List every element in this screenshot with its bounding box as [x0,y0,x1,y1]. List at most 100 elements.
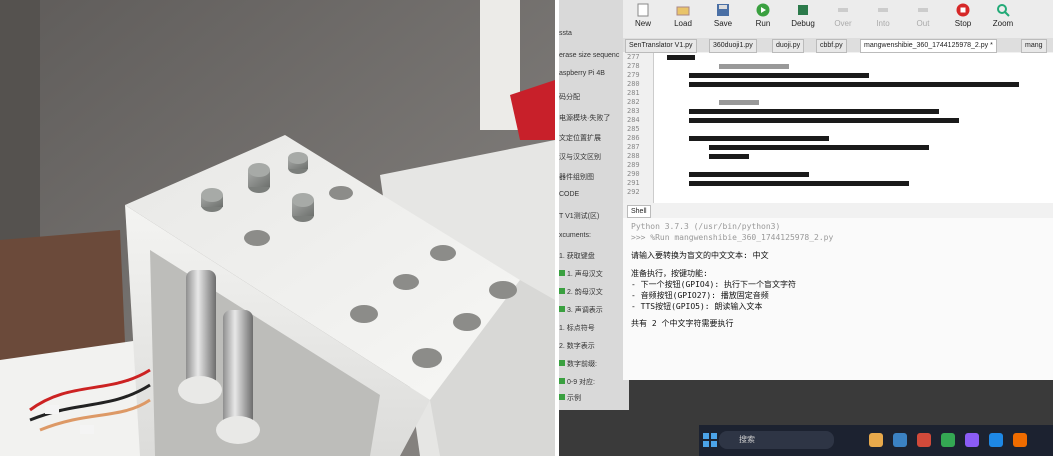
sidebar-item[interactable]: 3. 声调表示 [559,305,603,315]
shell-tab[interactable]: Shell [627,205,651,218]
app-icon[interactable] [917,433,931,447]
run-button[interactable]: Run [743,0,783,28]
shell-line: - 下一个按钮(GPIO4): 执行下一个盲文字符 [631,280,796,289]
app-icon[interactable] [893,433,907,447]
new-file-icon [637,3,649,17]
run-icon [756,3,770,17]
tab-file[interactable]: SenTranslator V1.py [625,39,697,53]
step-into-button[interactable]: Into [863,0,903,28]
line-number: 283 [627,107,640,115]
sidebar-item[interactable]: CODE [559,191,579,198]
sidebar-item[interactable]: 1. 标点符号 [559,323,595,333]
tab-file[interactable]: cbbf.py [816,39,847,53]
braille-pin [292,193,314,222]
debug-button[interactable]: Debug [783,0,823,28]
device-photo [0,0,555,456]
checkbox-icon [559,360,565,366]
stop-button[interactable]: Stop [943,0,983,28]
tab-active-file[interactable]: mangwenshibie_360_1744125978_2.py * [860,39,997,53]
sidebar-item[interactable]: erase size sequenc [559,52,619,59]
tab-file[interactable]: duoji.py [772,39,805,53]
thonny-window: New Load Save Run Debug Over Into Out St… [623,0,1053,380]
step-into-icon [878,8,888,12]
sidebar-item[interactable]: 0-9 对应: [559,377,595,387]
braille-hole [350,305,378,323]
line-number: 278 [627,62,640,70]
sidebar-item[interactable]: 1. 获取键盘 [559,251,595,261]
braille-hole [489,281,517,299]
folder-icon [676,6,690,16]
line-number: 289 [627,161,640,169]
sidebar-item[interactable]: 器件组别图 [559,172,594,182]
editor-tabs: SenTranslator V1.py 360duoji1.py duoji.p… [623,38,1053,53]
tab-file[interactable]: mang [1021,39,1047,53]
line-number: 277 [627,53,640,61]
notes-sidebar: ssta erase size sequenc aspberry Pi 4B 码… [559,0,629,410]
windows-start-icon[interactable] [703,433,717,447]
step-over-button[interactable]: Over [823,0,863,28]
app-icon[interactable] [989,433,1003,447]
line-number: 291 [627,179,640,187]
step-out-icon [918,8,928,12]
taskbar-search[interactable]: 搜索 [719,431,834,449]
braille-pin [201,188,223,212]
sidebar-item[interactable]: T V1测试(区) [559,211,599,221]
save-button[interactable]: Save [703,0,743,28]
screen-photo: ssta erase size sequenc aspberry Pi 4B 码… [559,0,1053,456]
toolbar: New Load Save Run Debug Over Into Out St… [623,0,1053,40]
stop-icon [956,3,970,17]
braille-hole [393,274,419,290]
checkbox-icon [559,378,565,384]
sidebar-item[interactable]: 2. 数字表示 [559,341,595,351]
shell-console[interactable]: Python 3.7.3 (/usr/bin/python3) >>> %Run… [623,218,1053,380]
line-number: 286 [627,134,640,142]
shell-line: Python 3.7.3 (/usr/bin/python3) [631,222,781,231]
line-number: 282 [627,98,640,106]
sidebar-item[interactable]: 文定位置扩展 [559,133,601,143]
load-button[interactable]: Load [663,0,703,28]
zoom-icon [997,4,1010,17]
checkbox-icon [559,288,565,294]
line-number: 287 [627,143,640,151]
step-out-button[interactable]: Out [903,0,943,28]
line-number: 279 [627,71,640,79]
line-number: 285 [627,125,640,133]
shell-line: 共有 2 个中文字符需要执行 [631,319,734,328]
line-number: 280 [627,80,640,88]
zoom-button[interactable]: Zoom [983,0,1023,28]
step-over-icon [838,8,848,12]
line-gutter: 277 278 279 280 281 282 283 284 285 286 … [623,53,654,203]
shell-line: >>> %Run mangwenshibie_360_1744125978_2.… [631,233,834,242]
sidebar-item[interactable]: 汉与汉文区别 [559,152,601,162]
line-number: 281 [627,89,640,97]
app-icon[interactable] [1013,433,1027,447]
sidebar-item[interactable]: 2. 韵母汉文 [559,287,603,297]
line-number: 290 [627,170,640,178]
shell-line: - 音频按钮(GPIO27): 播放固定音频 [631,291,769,300]
line-number: 292 [627,188,640,196]
app-icon[interactable] [941,433,955,447]
sidebar-item[interactable]: 1. 声母汉文 [559,269,603,279]
sidebar-item[interactable]: 数字前缀: [559,359,597,369]
checkbox-icon [559,270,565,276]
app-icon[interactable] [869,433,883,447]
braille-hole [244,230,270,246]
sidebar-item[interactable]: ssta [559,30,572,37]
app-icon[interactable] [965,433,979,447]
sidebar-item[interactable]: xcuments: [559,232,591,239]
code-editor[interactable]: 277 278 279 280 281 282 283 284 285 286 … [623,53,1053,203]
line-number: 288 [627,152,640,160]
new-button[interactable]: New [623,0,663,28]
shell-line: 准备执行，按键功能: [631,269,708,278]
sidebar-item[interactable]: aspberry Pi 4B [559,70,605,77]
tab-file[interactable]: 360duoji1.py [709,39,757,53]
debug-icon [798,5,808,15]
shell-line: 请输入要转换为盲文的中文文本: 中文 [631,251,769,260]
sidebar-item[interactable]: 电源模块·失败了 [559,113,610,123]
braille-hole [430,245,456,261]
taskbar: 搜索 [699,425,1053,456]
checkbox-icon [559,306,565,312]
sidebar-item[interactable]: 示例 [559,393,581,403]
sidebar-item[interactable]: 码分配 [559,92,580,102]
braille-pin [288,152,308,174]
